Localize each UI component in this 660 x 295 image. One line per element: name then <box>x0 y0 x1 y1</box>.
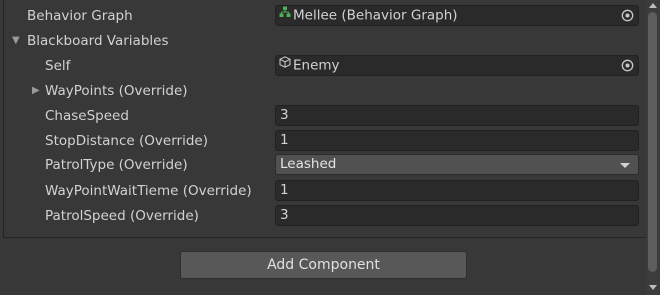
blackboard-foldout-label: Blackboard Variables <box>27 33 169 49</box>
variable-patrol-speed-row: PatrolSpeed (Override) 3 <box>0 205 646 227</box>
chevron-down-icon <box>620 163 630 168</box>
behavior-graph-label: Behavior Graph <box>27 8 133 24</box>
variable-waypoints-label: WayPoints (Override) <box>45 83 188 99</box>
variable-patrol-type-row: PatrolType (Override) Leashed <box>0 154 646 176</box>
foldout-expanded-icon[interactable]: ▼ <box>12 30 20 52</box>
inspector-panel: Behavior Graph Mellee (Behavior Graph) ▼… <box>0 0 646 295</box>
scrollbar-thumb[interactable] <box>648 12 657 272</box>
patrol-speed-input[interactable]: 3 <box>275 205 639 226</box>
variable-chase-speed-row: ChaseSpeed 3 <box>0 105 646 127</box>
object-picker-icon[interactable] <box>621 59 634 72</box>
behavior-graph-row: Behavior Graph Mellee (Behavior Graph) <box>0 5 646 27</box>
foldout-collapsed-icon[interactable]: ▶ <box>32 80 40 102</box>
variable-patrol-type-label: PatrolType (Override) <box>45 157 188 173</box>
variable-patrol-speed-label: PatrolSpeed (Override) <box>45 208 199 224</box>
patrol-type-value: Leashed <box>280 156 337 172</box>
variable-chase-speed-label: ChaseSpeed <box>45 108 129 124</box>
variable-self-label: Self <box>45 58 71 74</box>
blackboard-foldout[interactable]: ▼ Blackboard Variables <box>0 30 646 52</box>
variable-self-value: Enemy <box>293 57 340 74</box>
patrol-type-dropdown[interactable]: Leashed <box>275 154 639 175</box>
scroll-up-arrow-icon[interactable] <box>649 3 657 8</box>
variable-self-row: Self Enemy <box>0 55 646 77</box>
add-component-button[interactable]: Add Component <box>180 251 467 279</box>
variable-waypoint-wait-time-label: WayPointWaitTieme (Override) <box>45 183 252 199</box>
variable-stop-distance-row: StopDistance (Override) 1 <box>0 130 646 152</box>
variable-waypoints-foldout[interactable]: ▶ WayPoints (Override) <box>0 80 646 102</box>
behavior-graph-value: Mellee (Behavior Graph) <box>293 7 458 24</box>
chase-speed-input[interactable]: 3 <box>275 105 639 126</box>
stop-distance-input[interactable]: 1 <box>275 130 639 151</box>
object-picker-icon[interactable] <box>621 9 634 22</box>
waypoint-wait-time-input[interactable]: 1 <box>275 180 639 201</box>
behavior-graph-icon <box>279 6 291 24</box>
scroll-down-arrow-icon[interactable] <box>649 285 657 290</box>
cube-icon <box>279 56 291 74</box>
vertical-scrollbar[interactable] <box>646 0 660 295</box>
variable-stop-distance-label: StopDistance (Override) <box>45 133 208 149</box>
variable-waypoint-wait-time-row: WayPointWaitTieme (Override) 1 <box>0 180 646 202</box>
variable-self-field[interactable]: Enemy <box>275 55 639 76</box>
behavior-graph-field[interactable]: Mellee (Behavior Graph) <box>275 5 639 26</box>
